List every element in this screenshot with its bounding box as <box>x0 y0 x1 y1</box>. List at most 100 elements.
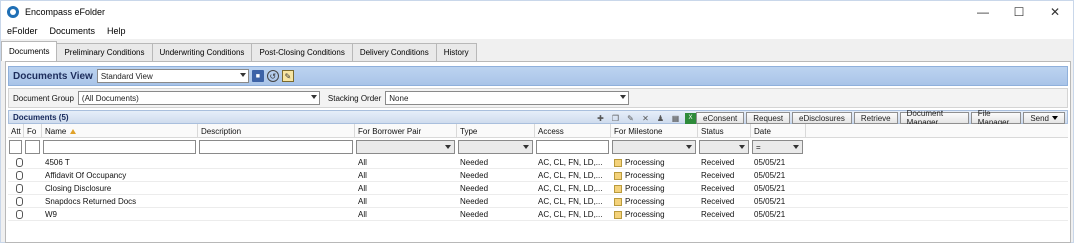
tab-history[interactable]: History <box>435 43 477 61</box>
tab-strip: Documents Preliminary Conditions Underwr… <box>1 41 477 61</box>
milestone-label: Processing <box>625 210 665 219</box>
cell-description <box>198 182 355 195</box>
chevron-down-icon <box>793 145 799 149</box>
reset-view-icon[interactable]: ↺ <box>266 70 279 82</box>
table-row[interactable]: W9 All Needed AC, CL, FN, LD,... Process… <box>8 208 1068 221</box>
edisclosures-button[interactable]: eDisclosures <box>792 112 852 124</box>
attachment-icon[interactable] <box>8 169 24 182</box>
filter-fo[interactable] <box>25 140 40 154</box>
stacking-order-select[interactable]: None <box>385 91 630 105</box>
close-button[interactable]: ✕ <box>1037 1 1073 22</box>
table-row[interactable]: Closing Disclosure All Needed AC, CL, FN… <box>8 182 1068 195</box>
grid-rows: 4506 T All Needed AC, CL, FN, LD,... Pro… <box>8 156 1068 221</box>
header-access[interactable]: Access <box>535 124 611 138</box>
header-type[interactable]: Type <box>457 124 535 138</box>
chevron-down-icon <box>310 95 317 99</box>
request-button[interactable]: Request <box>746 112 791 124</box>
table-row[interactable]: Affidavit Of Occupancy All Needed AC, CL… <box>8 169 1068 182</box>
file-manager-button[interactable]: File Manager <box>970 109 1022 127</box>
cell-access: AC, CL, FN, LD,... <box>538 197 603 206</box>
filter-milestone[interactable] <box>612 140 696 154</box>
maximize-button[interactable]: ☐ <box>1001 1 1037 22</box>
save-view-icon[interactable]: ■ <box>251 70 264 82</box>
milestone-icon <box>614 197 622 206</box>
table-row[interactable]: 4506 T All Needed AC, CL, FN, LD,... Pro… <box>8 156 1068 169</box>
copy-document-icon[interactable]: ❐ <box>610 113 621 124</box>
chevron-down-icon <box>445 145 451 149</box>
edit-view-icon[interactable]: ✎ <box>281 70 294 82</box>
cell-type: Needed <box>460 197 489 206</box>
econsent-button[interactable]: eConsent <box>696 112 745 124</box>
minimize-button[interactable]: — <box>965 1 1001 22</box>
cell-type: Needed <box>460 184 489 193</box>
new-document-icon[interactable]: ✚ <box>595 113 606 124</box>
cell-borrower-pair: All <box>358 158 367 167</box>
table-row[interactable]: Snapdocs Returned Docs All Needed AC, CL… <box>8 195 1068 208</box>
attachment-icon[interactable] <box>8 182 24 195</box>
header-for-borrower-pair[interactable]: For Borrower Pair <box>355 124 457 138</box>
filter-date[interactable]: = <box>752 140 803 154</box>
cell-name: Affidavit Of Occupancy <box>45 171 127 180</box>
cell-borrower-pair: All <box>358 184 367 193</box>
filter-type[interactable] <box>458 140 533 154</box>
tab-post-closing-conditions[interactable]: Post-Closing Conditions <box>251 43 353 61</box>
edit-document-icon[interactable]: ✎ <box>625 113 636 124</box>
header-status[interactable]: Status <box>698 124 751 138</box>
filter-status[interactable] <box>699 140 749 154</box>
cell-name: 4506 T <box>45 158 70 167</box>
header-name[interactable]: Name <box>42 124 198 138</box>
menu-efolder[interactable]: eFolder <box>1 26 44 36</box>
document-group-select[interactable]: (All Documents) <box>77 91 320 105</box>
cell-status: Received <box>701 184 735 193</box>
document-group-value: (All Documents) <box>81 93 139 103</box>
header-fo[interactable]: Fo <box>24 124 42 138</box>
tab-preliminary-conditions[interactable]: Preliminary Conditions <box>56 43 153 61</box>
document-manager-button[interactable]: Document Manager <box>899 109 969 127</box>
efolder-window: Encompass eFolder — ☐ ✕ eFolder Document… <box>0 0 1074 243</box>
retrieve-button[interactable]: Retrieve <box>853 112 898 124</box>
tab-delivery-conditions[interactable]: Delivery Conditions <box>351 43 437 61</box>
cell-access: AC, CL, FN, LD,... <box>538 184 603 193</box>
view-select[interactable]: Standard View <box>96 69 249 83</box>
menu-help[interactable]: Help <box>101 26 132 36</box>
filter-borrower-pair[interactable] <box>356 140 455 154</box>
documents-panel: Documents View Standard View ■ ↺ ✎ Docum… <box>5 61 1071 243</box>
cell-description <box>198 195 355 208</box>
delete-document-icon[interactable]: ✕ <box>640 113 651 124</box>
attachment-icon[interactable] <box>8 208 24 221</box>
attachment-icon[interactable] <box>8 195 24 208</box>
cell-type: Needed <box>460 210 489 219</box>
header-name-label: Name <box>45 126 67 136</box>
send-button[interactable]: Send <box>1023 112 1065 124</box>
header-description[interactable]: Description <box>198 124 355 138</box>
cell-name: Snapdocs Returned Docs <box>45 197 137 206</box>
attachment-icon[interactable] <box>8 156 24 169</box>
date-filter-operator: = <box>756 143 761 152</box>
stacking-order-value: None <box>389 93 409 103</box>
cell-description <box>198 156 355 169</box>
filter-name[interactable] <box>43 140 196 154</box>
sort-ascending-icon <box>70 128 77 134</box>
cell-status: Received <box>701 197 735 206</box>
tab-underwriting-conditions[interactable]: Underwriting Conditions <box>151 43 253 61</box>
milestone-icon <box>614 171 622 180</box>
cell-date: 05/05/21 <box>754 197 786 206</box>
excel-icon[interactable]: X <box>685 112 696 124</box>
header-date[interactable]: Date <box>751 124 806 138</box>
filter-access[interactable] <box>536 140 609 154</box>
assign-user-icon[interactable]: ♟ <box>655 113 666 124</box>
milestone-icon <box>614 184 622 193</box>
chevron-down-icon <box>1052 116 1058 120</box>
view-select-value: Standard View <box>100 71 153 81</box>
header-for-milestone[interactable]: For Milestone <box>611 124 698 138</box>
menu-documents[interactable]: Documents <box>44 26 102 36</box>
header-att[interactable]: Att <box>8 124 24 138</box>
cell-milestone: Processing <box>611 156 698 169</box>
cell-borrower-pair: All <box>358 171 367 180</box>
cell-borrower-pair: All <box>358 197 367 206</box>
export-icon[interactable]: ▦ <box>670 113 681 124</box>
tab-documents[interactable]: Documents <box>1 41 58 61</box>
filter-att[interactable] <box>9 140 22 154</box>
filter-description[interactable] <box>199 140 353 154</box>
documents-grid: Att Fo Name Description For Borrower Pai… <box>8 124 1068 242</box>
